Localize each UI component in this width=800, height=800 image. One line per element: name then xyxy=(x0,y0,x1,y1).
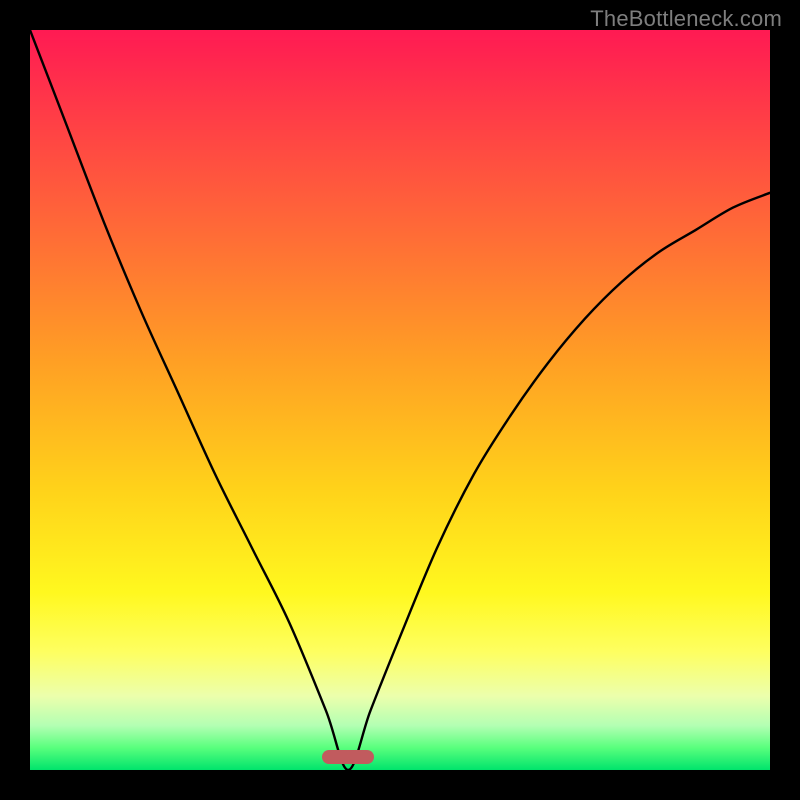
curve-svg xyxy=(30,30,770,770)
optimal-marker xyxy=(322,750,374,764)
bottleneck-curve-path xyxy=(30,30,770,770)
watermark-text: TheBottleneck.com xyxy=(590,6,782,32)
plot-area xyxy=(30,30,770,770)
chart-frame: TheBottleneck.com xyxy=(0,0,800,800)
